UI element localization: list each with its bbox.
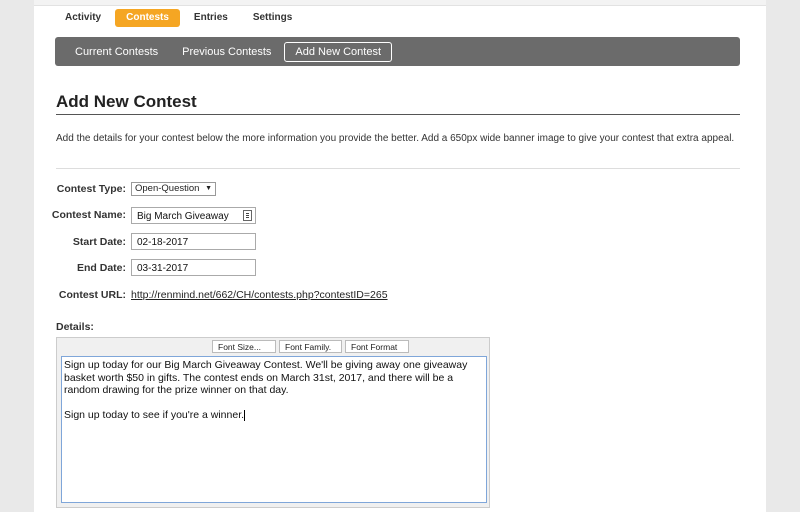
details-paragraph-2: Sign up today to see if you're a winner. [64,409,245,421]
editor-toolbar: Font Size... Font Family. Font Format [212,340,412,353]
end-date-input[interactable]: 03-31-2017 [131,259,256,276]
contest-url-link[interactable]: http://renmind.net/662/CH/contests.php?c… [131,289,388,301]
details-editor: Font Size... Font Family. Font Format Si… [56,337,490,508]
main-tabs: Activity Contests Entries Settings [54,9,306,29]
contest-type-select[interactable]: Open-Question ▼ [131,182,216,196]
text-caret [244,409,246,421]
tab-settings[interactable]: Settings [242,9,303,27]
subnav-previous-contests[interactable]: Previous Contests [171,42,282,62]
page-title: Add New Contest [56,92,740,115]
contest-url-label: Contest URL: [58,289,126,301]
end-date-label: End Date: [76,262,126,274]
page-container: Activity Contests Entries Settings Curre… [34,0,766,512]
section-divider [56,168,740,169]
font-size-button[interactable]: Font Size... [212,340,276,353]
start-date-input[interactable]: 02-18-2017 [131,233,256,250]
details-textarea[interactable]: Sign up today for our Big March Giveaway… [61,356,487,503]
start-date-label: Start Date: [72,236,126,248]
font-family-button[interactable]: Font Family. [279,340,342,353]
dropdown-arrow-icon: ▼ [205,185,212,192]
details-label: Details: [56,321,94,333]
details-paragraph-1: Sign up today for our Big March Giveaway… [64,359,468,396]
page-description: Add the details for your contest below t… [56,133,735,144]
font-format-button[interactable]: Font Format [345,340,409,353]
contest-name-input[interactable]: Big March Giveaway [131,207,256,224]
field-list-icon[interactable] [243,210,252,221]
contests-subnav: Current Contests Previous Contests Add N… [55,37,740,66]
tab-entries[interactable]: Entries [183,9,239,27]
contest-name-value: Big March Giveaway [137,211,229,222]
contest-type-value: Open-Question [135,183,200,194]
contest-name-label: Contest Name: [51,209,126,221]
contest-type-label: Contest Type: [56,183,126,195]
subnav-current-contests[interactable]: Current Contests [64,42,169,62]
subnav-add-new-contest[interactable]: Add New Contest [284,41,393,62]
tab-activity[interactable]: Activity [54,9,112,27]
tab-contests[interactable]: Contests [115,9,180,27]
top-strip [34,0,766,6]
